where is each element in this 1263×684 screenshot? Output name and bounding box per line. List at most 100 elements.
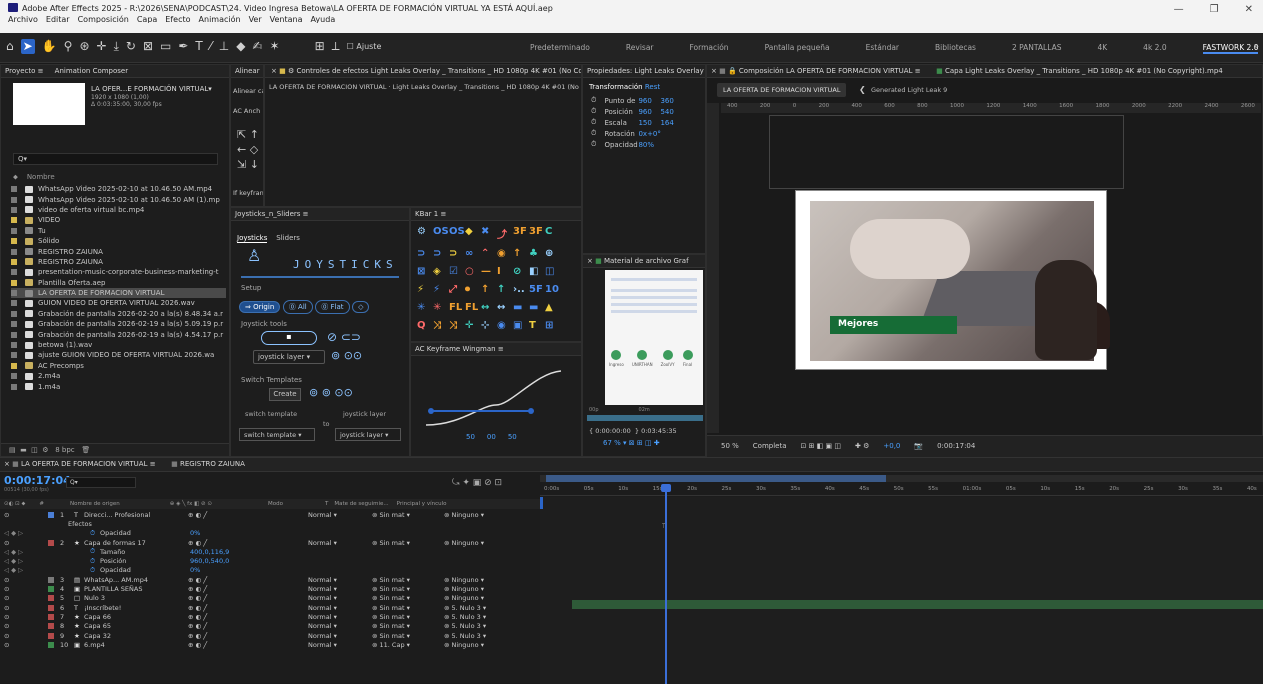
kbar-button[interactable]: ▬ — [529, 302, 545, 313]
layer-label-swatch[interactable] — [48, 595, 54, 602]
parent-select[interactable]: ⊚ 5. Nulo 3 ▾ — [444, 613, 486, 621]
resolution-select[interactable]: Completa — [753, 442, 787, 451]
av-switches-header[interactable]: ⊙◐ ⊡ ⬥ — [4, 501, 25, 508]
gear-icon[interactable]: ⚙ — [288, 67, 294, 75]
blend-mode-select[interactable]: Normal ▾ — [308, 539, 372, 547]
project-item[interactable]: presentation-music-corporate-business-ma… — [11, 267, 226, 277]
kbar-button[interactable]: ♣ — [529, 248, 545, 259]
layer-name[interactable]: Capa 66 — [84, 613, 188, 621]
stopwatch-icon[interactable]: ⏱ — [591, 107, 596, 116]
roto-brush-icon[interactable]: ✍ — [252, 39, 262, 54]
interpret-footage-icon[interactable]: ▤ — [9, 446, 16, 454]
layer-name[interactable]: Nulo 3 — [84, 594, 188, 602]
project-item[interactable]: Plantilla Oferta.aep — [11, 278, 226, 288]
subtab-sliders[interactable]: Sliders — [276, 234, 300, 242]
subtab-joysticks[interactable]: Joysticks — [237, 234, 268, 243]
zoom-select[interactable]: 50 % — [721, 442, 739, 451]
workspace-tab[interactable]: FASTWORK 2.0 — [1202, 43, 1259, 54]
layer-switches-icon[interactable]: ⊕ ◐ ╱ — [188, 632, 308, 640]
more-workspaces-button[interactable]: » — [1253, 42, 1259, 52]
visibility-toggle-icon[interactable]: ⊙ — [4, 613, 44, 621]
parent-select[interactable]: ⊚ Ninguno ▾ — [444, 641, 484, 649]
layer-label-swatch[interactable] — [48, 613, 54, 620]
project-item[interactable]: ajuste GUION VIDEO DE OFERTA VIRTUAL 202… — [11, 350, 226, 360]
project-item[interactable]: 1.m4a — [11, 381, 226, 391]
parent-select[interactable]: ⊚ Ninguno ▾ — [444, 576, 484, 584]
tab-kbar[interactable]: KBar 1 ≡ — [411, 208, 581, 221]
label-color-swatch[interactable] — [11, 186, 17, 193]
parent-select[interactable]: ⊚ Ninguno ▾ — [444, 539, 484, 547]
keyframe-nav-icon[interactable]: ◁ ◆ ▷ — [4, 566, 90, 574]
tab-footage[interactable]: × ■ Material de archivo Graf — [583, 255, 705, 268]
kbar-button[interactable]: ⤴ — [497, 226, 513, 241]
kbar-button[interactable]: ⤢ — [449, 284, 465, 295]
new-folder-icon[interactable]: ▬ — [20, 446, 27, 454]
track-matte-select[interactable]: ⊚ Sin mat ▾ — [372, 622, 444, 630]
kbar-button[interactable]: 3F — [529, 226, 545, 241]
project-item[interactable]: betowa (1).wav — [11, 340, 226, 350]
parent-link-header[interactable]: Principal y vínculo — [397, 501, 447, 507]
layer-name[interactable]: Capa 32 — [84, 632, 188, 640]
parent-select[interactable]: ⊚ 5. Nulo 3 ▾ — [444, 632, 486, 640]
snap-icon[interactable]: ⟂ — [332, 39, 340, 54]
project-item[interactable]: REGISTRO ZAIUNA — [11, 257, 226, 267]
track-matte-header[interactable]: Mate de seguimie... — [334, 501, 388, 507]
joystick-layer-select[interactable]: joystick layer ▾ — [253, 350, 325, 364]
origin-button[interactable]: ⇒ Origin — [239, 301, 281, 313]
label-color-swatch[interactable] — [11, 342, 17, 349]
blend-mode-select[interactable]: Normal ▾ — [308, 511, 372, 519]
playhead[interactable] — [665, 484, 667, 684]
comp-breadcrumb-layer[interactable]: Generated Light Leak 9 — [871, 86, 947, 94]
kbar-button[interactable]: ⊘ — [513, 266, 529, 277]
tab-joysticks[interactable]: Joysticks_n_Sliders ≡ — [231, 208, 409, 221]
dolly-tool-icon[interactable]: ⤓ — [114, 39, 119, 54]
bpc-toggle[interactable]: 8 bpc — [55, 446, 74, 454]
visibility-toggle-icon[interactable]: ⊙ — [4, 511, 44, 519]
type-tool-icon[interactable]: T — [195, 39, 202, 54]
blend-mode-select[interactable]: Normal ▾ — [308, 632, 372, 640]
puppet-pin-icon[interactable]: ✶ — [270, 39, 280, 54]
kbar-button[interactable]: ◫ — [545, 266, 561, 277]
track-matte-select[interactable]: ⊚ Sin mat ▾ — [372, 576, 444, 584]
layer-row[interactable]: ⊙ 5 □ Nulo 3 ⊕ ◐ ╱ Normal ▾ ⊚ Sin mat ▾ ⊚ Ningu… — [0, 594, 540, 603]
track-matte-select[interactable]: ⊚ Sin mat ▾ — [372, 613, 444, 621]
clone-stamp-icon[interactable]: ⊥ — [219, 39, 229, 54]
flat-button[interactable]: ⓪ Flat — [315, 300, 350, 314]
track-matte-select[interactable]: ⊚ 11. Cap ▾ — [372, 641, 444, 649]
parent-select[interactable]: ⊚ Ninguno ▾ — [444, 585, 484, 593]
kbar-button[interactable]: ⚙ — [417, 226, 433, 241]
property-row[interactable]: ◁ ◆ ▷ ⏱ Opacidad 0% — [0, 529, 540, 538]
project-item[interactable]: REGISTRO ZAIUNA — [11, 246, 226, 256]
layer-name[interactable]: WhatsAp... AM.mp4 — [84, 576, 188, 584]
property-value[interactable]: 960 — [638, 108, 660, 116]
maximize-button[interactable]: ❐ — [1210, 4, 1219, 15]
kbar-button[interactable]: ▲ — [545, 302, 561, 313]
minimize-button[interactable]: — — [1174, 4, 1184, 15]
track-matte-select[interactable]: ⊚ Sin mat ▾ — [372, 511, 444, 519]
kbar-button[interactable]: ⤨ — [433, 320, 449, 331]
layer-label-swatch[interactable] — [48, 576, 54, 583]
pen-tool-icon[interactable]: ✒ — [178, 39, 188, 54]
layer-switches-icon[interactable]: ⊕ ◐ ╱ — [188, 604, 308, 612]
visibility-toggle-icon[interactable]: ⊙ — [4, 604, 44, 612]
zoom-tool-icon[interactable]: ⚲ — [64, 39, 73, 54]
label-color-swatch[interactable] — [11, 373, 17, 380]
axis-icon[interactable]: ⊞ — [315, 39, 325, 54]
layer-switches-icon[interactable]: ⊕ ◐ ╱ — [188, 594, 308, 602]
home-icon[interactable]: ⌂ — [6, 39, 14, 54]
blend-mode-select[interactable]: Normal ▾ — [308, 576, 372, 584]
parent-select[interactable]: ⊚ Ninguno ▾ — [444, 594, 484, 602]
workspace-tab[interactable]: 2 PANTALLAS — [1012, 43, 1062, 54]
property-value[interactable]: 80% — [638, 141, 660, 149]
kbar-button[interactable]: ◉ — [497, 248, 513, 259]
t-column-header[interactable]: T — [325, 501, 328, 507]
label-color-swatch[interactable] — [11, 196, 17, 203]
track-matte-select[interactable]: ⊚ Sin mat ▾ — [372, 539, 444, 547]
hand-tool-icon[interactable]: ✋ — [42, 39, 57, 54]
kbar-button[interactable]: ⏺ — [465, 284, 481, 295]
blend-mode-select[interactable]: Normal ▾ — [308, 613, 372, 621]
switch-template-select[interactable]: switch template ▾ — [239, 428, 315, 441]
workspace-tab[interactable]: 4K — [1097, 43, 1107, 54]
project-item[interactable]: AC Precomps — [11, 361, 226, 371]
joystick-layer-target-select[interactable]: joystick layer ▾ — [335, 428, 401, 441]
